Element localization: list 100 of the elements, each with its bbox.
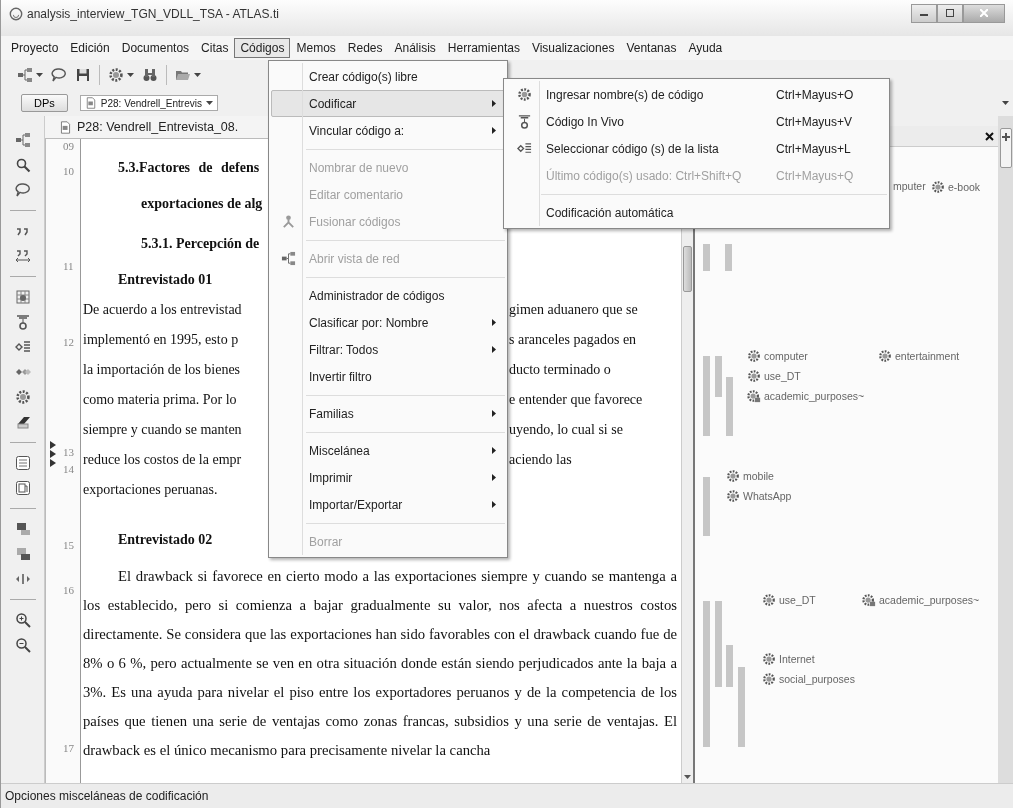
code-list-icon <box>517 141 532 156</box>
menu-item[interactable]: Memos <box>290 38 342 58</box>
document-icon <box>59 120 72 134</box>
line-number: 11 <box>63 260 74 272</box>
scroll-down-icon[interactable] <box>684 775 691 779</box>
code-label[interactable]: mputer <box>893 180 926 192</box>
menu-item[interactable]: Administrador de códigos <box>271 282 505 309</box>
menu-item[interactable]: Codificar <box>271 90 505 117</box>
binoculars-icon[interactable] <box>142 67 158 83</box>
text-line: gimen aduanero que se <box>509 302 639 318</box>
menu-item[interactable]: Redes <box>341 38 389 58</box>
gear-icon[interactable] <box>747 349 761 363</box>
menu-item[interactable]: Análisis <box>388 38 442 58</box>
paragraph: El drawback si favorece en cierto modo a las exportaciones siempre y cuando se mantenga a los establecido, pero si comienza a bajar gradualmente su valor, nos afecta a nuestros costos directamente. Se considera que las exportaciones han sido favorables con el drawback cuando fue de 8% o 6 %, pero actualmente se ven en otra situación donde están siendo perjudicados ante la baja a 3%. Es una ayuda para nivelar el piso entre los exportadores peruanos y de la competencia de los países que tienen una serie de ventajas como zonas francas, subsidios y una serie de ventajas. El drawback es el único mecanismo para precisamente nivelar la cancha <box>83 567 677 760</box>
speech-bubble-icon[interactable] <box>14 182 31 198</box>
gear-icon[interactable] <box>878 349 892 363</box>
menu-item[interactable]: Ingresar nombre(s) de código Ctrl+Mayus+O <box>506 81 887 108</box>
in-vivo-icon[interactable] <box>14 314 31 330</box>
maximize-button[interactable] <box>937 3 963 23</box>
menu-item[interactable]: Proyecto <box>5 38 65 58</box>
gear-icon[interactable] <box>762 672 776 686</box>
code-label[interactable]: mobile <box>743 470 774 482</box>
arrows-icon[interactable] <box>14 571 31 587</box>
number-box-icon[interactable] <box>14 455 31 471</box>
code-grid-icon[interactable] <box>14 289 31 305</box>
add-tab-button[interactable] <box>999 128 1012 168</box>
menu-item[interactable]: Herramientas <box>441 38 526 58</box>
code-memo-icon[interactable] <box>862 593 876 607</box>
code-label[interactable]: entertainment <box>895 350 960 362</box>
code-label[interactable]: use_DT <box>764 370 801 382</box>
menu-item[interactable]: Clasificar por: Nombre <box>271 309 505 336</box>
menu-item[interactable]: Vincular código a: <box>271 117 505 144</box>
gear-icon[interactable] <box>762 593 776 607</box>
menu-item[interactable]: Miscelánea <box>271 437 505 464</box>
save-icon[interactable] <box>75 67 91 83</box>
menu-item[interactable]: Filtrar: Todos <box>271 336 505 363</box>
gear-icon[interactable] <box>747 369 761 383</box>
menu-item[interactable]: Visualizaciones <box>525 38 621 58</box>
line-number: 15 <box>63 539 74 551</box>
code-label[interactable]: social_purposes <box>779 673 855 685</box>
close-icon <box>980 9 988 17</box>
menu-item[interactable]: Código In Vivo Ctrl+Mayus+V <box>506 108 887 135</box>
merge-icon <box>281 214 296 229</box>
gear-icon[interactable] <box>14 389 31 405</box>
code-label[interactable]: computer <box>764 350 808 362</box>
quote-link-icon[interactable] <box>14 248 31 264</box>
network-icon <box>281 251 296 266</box>
window-icon[interactable] <box>14 546 31 562</box>
menu-item[interactable]: Invertir filtro <box>271 363 505 390</box>
code-label[interactable]: e-book <box>948 181 981 193</box>
menu-item[interactable]: Imprimir <box>271 464 505 491</box>
caret-icon[interactable] <box>127 73 134 77</box>
plus-icon <box>1001 133 1010 141</box>
caret-icon[interactable] <box>194 73 201 77</box>
close-icon[interactable] <box>985 131 994 141</box>
search-icon[interactable] <box>14 157 31 173</box>
menu-item[interactable]: Códigos <box>234 38 291 58</box>
menu-item[interactable]: Documentos <box>115 38 196 58</box>
menu-item[interactable]: Importar/Exportar <box>271 491 505 518</box>
window-icon[interactable] <box>14 521 31 537</box>
status-bar: Opciones misceláneas de codificación <box>1 783 1013 808</box>
network-icon[interactable] <box>14 132 31 148</box>
menu-item[interactable]: Citas <box>195 38 235 58</box>
menu-item[interactable]: Crear código(s) libre <box>271 63 505 90</box>
text-line: siempre y cuando se manten <box>83 422 243 438</box>
page-box-icon[interactable] <box>14 480 31 496</box>
code-memo-icon[interactable] <box>747 389 761 403</box>
gear-icon <box>517 87 532 102</box>
gear-icon[interactable] <box>726 469 740 483</box>
minimize-button[interactable] <box>911 3 937 23</box>
code-label[interactable]: academic_purposes~ <box>879 594 980 606</box>
gear-icon[interactable] <box>762 652 776 666</box>
menu-item[interactable]: Familias <box>271 400 505 427</box>
zoom-in-icon[interactable] <box>14 612 31 628</box>
zoom-out-icon[interactable] <box>14 637 31 653</box>
text-line: aciendo las <box>509 452 573 468</box>
menu-item[interactable]: Ayuda <box>682 38 729 58</box>
gear-icon[interactable] <box>108 67 124 83</box>
code-list-icon[interactable] <box>14 339 31 355</box>
menu-item[interactable]: Ventanas <box>620 38 683 58</box>
speech-bubble-icon[interactable] <box>51 67 67 83</box>
scrollbar-thumb[interactable] <box>683 246 692 292</box>
code-label[interactable]: WhatsApp <box>743 490 792 502</box>
menu-item[interactable]: Seleccionar código (s) de la lista Ctrl+Mayus+L <box>506 135 887 162</box>
code-label[interactable]: academic_purposes~ <box>764 390 865 402</box>
submenu-arrow-icon <box>492 127 496 134</box>
gear-icon[interactable] <box>931 180 945 194</box>
document-selector[interactable]: P28: Vendrell_Entrevis <box>79 95 218 111</box>
caret-icon[interactable] <box>36 73 43 77</box>
network-icon[interactable] <box>17 67 33 83</box>
eraser-icon[interactable] <box>14 414 31 430</box>
line-number: 13 <box>63 446 74 458</box>
menu-item[interactable]: Codificación automática <box>506 199 887 226</box>
caret-icon[interactable] <box>1002 101 1009 105</box>
dps-button[interactable]: DPs <box>21 94 68 112</box>
caret-icon[interactable] <box>205 101 213 105</box>
gear-icon[interactable] <box>726 489 740 503</box>
code-label[interactable]: Internet <box>779 653 815 665</box>
menu-item[interactable]: Edición <box>64 38 116 58</box>
code-label[interactable]: use_DT <box>779 594 816 606</box>
